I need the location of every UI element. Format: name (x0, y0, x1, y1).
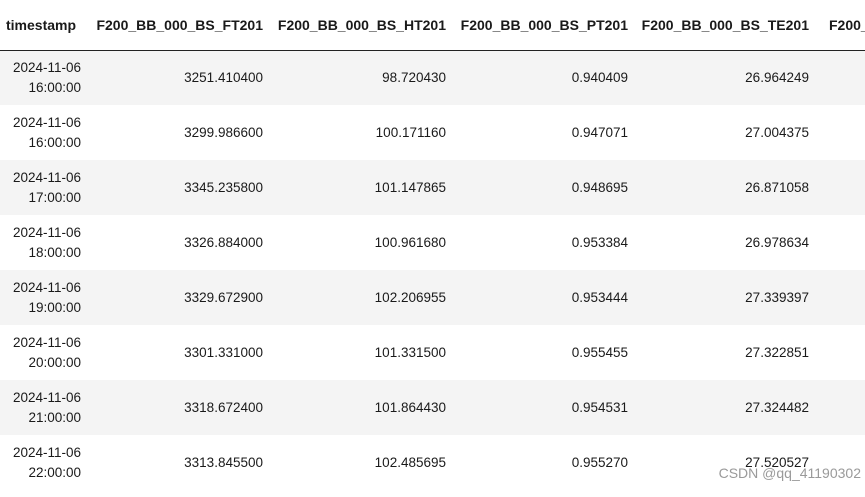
truncated-cell (817, 160, 865, 215)
te201-cell: 27.322851 (636, 325, 817, 380)
timestamp-date: 2024-11-06 (12, 279, 81, 295)
ft201-cell: 3318.672400 (89, 380, 271, 435)
ft201-cell: 3251.410400 (89, 50, 271, 105)
table-row: 2024-11-06 20:00:00 3301.331000 101.33150… (0, 325, 865, 380)
pt201-cell: 0.953384 (454, 215, 636, 270)
column-header-truncated: F200_ (817, 0, 865, 51)
truncated-cell (817, 325, 865, 380)
timestamp-cell: 2024-11-06 21:00:00 (0, 380, 89, 435)
timestamp-date: 2024-11-06 (12, 59, 81, 75)
table-row: 2024-11-06 16:00:00 3251.410400 98.720430… (0, 50, 865, 105)
table-row: 2024-11-06 21:00:00 3318.672400 101.86443… (0, 380, 865, 435)
ft201-cell: 3329.672900 (89, 270, 271, 325)
table-row: 2024-11-06 19:00:00 3329.672900 102.20695… (0, 270, 865, 325)
table-row: 2024-11-06 18:00:00 3326.884000 100.96168… (0, 215, 865, 270)
timestamp-cell: 2024-11-06 16:00:00 (0, 105, 89, 160)
truncated-cell (817, 380, 865, 435)
column-header-ht201: F200_BB_000_BS_HT201 (271, 0, 454, 51)
te201-cell: 27.339397 (636, 270, 817, 325)
pt201-cell: 0.954531 (454, 380, 636, 435)
table-row: 2024-11-06 22:00:00 3313.845500 102.48569… (0, 435, 865, 490)
te201-cell: 27.324482 (636, 380, 817, 435)
te201-cell: 27.004375 (636, 105, 817, 160)
pt201-cell: 0.948695 (454, 160, 636, 215)
truncated-cell (817, 215, 865, 270)
dataframe-table-container: timestamp F200_BB_000_BS_FT201 F200_BB_0… (0, 0, 865, 497)
ft201-cell: 3313.845500 (89, 435, 271, 490)
timestamp-time: 18:00:00 (28, 244, 81, 260)
timestamp-time: 16:00:00 (28, 79, 81, 95)
timestamp-cell: 2024-11-06 20:00:00 (0, 325, 89, 380)
ft201-cell: 3326.884000 (89, 215, 271, 270)
timestamp-time: 22:00:00 (28, 464, 81, 480)
table-row: 2024-11-06 17:00:00 3345.235800 101.14786… (0, 160, 865, 215)
pt201-cell: 0.953444 (454, 270, 636, 325)
column-header-pt201: F200_BB_000_BS_PT201 (454, 0, 636, 51)
te201-cell: 26.978634 (636, 215, 817, 270)
column-header-timestamp: timestamp (0, 0, 89, 51)
ht201-cell: 102.485695 (271, 435, 454, 490)
timestamp-time: 21:00:00 (28, 409, 81, 425)
column-header-te201: F200_BB_000_BS_TE201 (636, 0, 817, 51)
ft201-cell: 3301.331000 (89, 325, 271, 380)
ht201-cell: 101.864430 (271, 380, 454, 435)
timestamp-cell: 2024-11-06 22:00:00 (0, 435, 89, 490)
header-row: timestamp F200_BB_000_BS_FT201 F200_BB_0… (0, 0, 865, 51)
pt201-cell: 0.940409 (454, 50, 636, 105)
te201-cell: 26.964249 (636, 50, 817, 105)
timestamp-date: 2024-11-06 (12, 389, 81, 405)
timestamp-date: 2024-11-06 (12, 169, 81, 185)
timestamp-time: 20:00:00 (28, 354, 81, 370)
timestamp-time: 17:00:00 (28, 189, 81, 205)
table-row: 2024-11-06 16:00:00 3299.986600 100.17116… (0, 105, 865, 160)
timestamp-time: 16:00:00 (28, 134, 81, 150)
truncated-cell (817, 105, 865, 160)
timestamp-date: 2024-11-06 (12, 114, 81, 130)
dataframe-table: timestamp F200_BB_000_BS_FT201 F200_BB_0… (0, 0, 865, 490)
pt201-cell: 0.955270 (454, 435, 636, 490)
ht201-cell: 98.720430 (271, 50, 454, 105)
ft201-cell: 3345.235800 (89, 160, 271, 215)
pt201-cell: 0.947071 (454, 105, 636, 160)
timestamp-date: 2024-11-06 (12, 334, 81, 350)
truncated-cell (817, 435, 865, 490)
ht201-cell: 102.206955 (271, 270, 454, 325)
ht201-cell: 101.147865 (271, 160, 454, 215)
timestamp-cell: 2024-11-06 17:00:00 (0, 160, 89, 215)
timestamp-cell: 2024-11-06 19:00:00 (0, 270, 89, 325)
ht201-cell: 101.331500 (271, 325, 454, 380)
column-header-ft201: F200_BB_000_BS_FT201 (89, 0, 271, 51)
timestamp-cell: 2024-11-06 16:00:00 (0, 50, 89, 105)
csdn-watermark: CSDN @qq_41190302 (718, 465, 861, 481)
te201-cell: 26.871058 (636, 160, 817, 215)
timestamp-date: 2024-11-06 (12, 444, 81, 460)
truncated-cell (817, 270, 865, 325)
ht201-cell: 100.171160 (271, 105, 454, 160)
timestamp-time: 19:00:00 (28, 299, 81, 315)
ft201-cell: 3299.986600 (89, 105, 271, 160)
timestamp-cell: 2024-11-06 18:00:00 (0, 215, 89, 270)
ht201-cell: 100.961680 (271, 215, 454, 270)
te201-cell: 27.520527 (636, 435, 817, 490)
timestamp-date: 2024-11-06 (12, 224, 81, 240)
truncated-cell (817, 50, 865, 105)
pt201-cell: 0.955455 (454, 325, 636, 380)
